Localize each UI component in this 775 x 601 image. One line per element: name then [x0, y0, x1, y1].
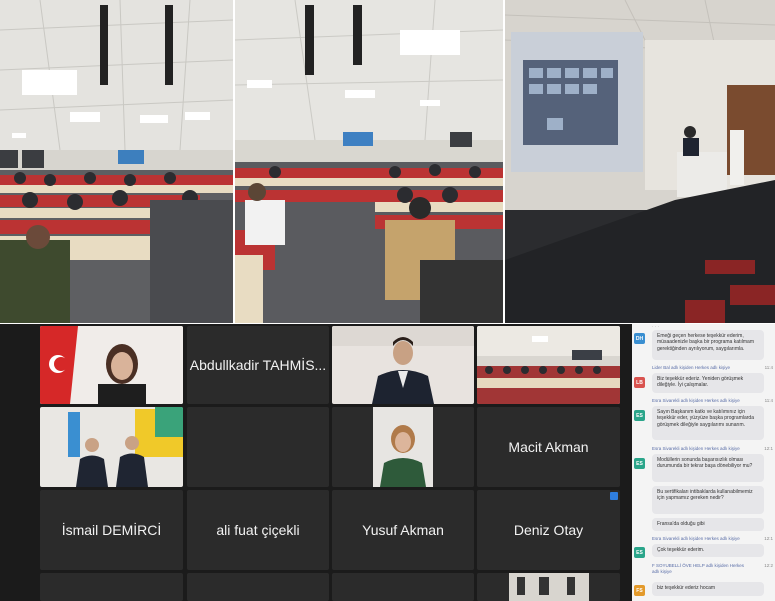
participant-tile-woman[interactable]: [332, 407, 474, 487]
chat-message-text: Çok teşekkür ederim.: [652, 544, 764, 557]
participant-tile[interactable]: [332, 573, 474, 601]
participant-tile[interactable]: Macit Akman: [477, 407, 620, 487]
chat-timestamp: 12:1: [764, 536, 773, 541]
participant-tile[interactable]: [187, 407, 329, 487]
chat-panel: · · · DH Emeği geçen herkese teşekkür ed…: [632, 324, 775, 601]
chat-avatar: ES: [634, 547, 645, 558]
participant-tile[interactable]: İsmail DEMİRCİ: [40, 490, 183, 570]
participant-tile-classroom[interactable]: [477, 326, 620, 404]
lecture-hall-photo-center: [235, 0, 503, 323]
chat-timestamp: 12:2: [764, 563, 773, 568]
participant-tile-woman-with-flag[interactable]: [40, 326, 183, 404]
chat-sender: Esra Sivarekli adlı kişiden Herkes adlı …: [652, 536, 740, 541]
participant-name: Macit Akman: [508, 439, 589, 455]
video-meeting-grid: Abdullkadir TAHMİS... Macit Akman İsmail…: [0, 324, 632, 601]
presenter-projector-photo: [505, 0, 775, 323]
participant-tile[interactable]: [187, 573, 329, 601]
participant-tile-room[interactable]: [477, 573, 620, 601]
chat-message-text: Bu sertifikaları intibaklarda kullanabil…: [652, 486, 764, 514]
participant-name: Abdullkadir TAHMİS...: [189, 357, 327, 373]
participant-tile-man-in-suit[interactable]: [332, 326, 474, 404]
chat-avatar: LB: [634, 377, 645, 388]
chat-timestamp: 11:4: [764, 365, 773, 370]
chat-message-text: Emeği geçen herkese teşekkür ederim, müs…: [652, 330, 764, 360]
raise-hand-icon[interactable]: [610, 492, 618, 500]
chat-avatar: DH: [634, 333, 645, 344]
chat-message-text: Modüllerin sonunda başarısızlık olması d…: [652, 454, 764, 482]
chat-message-text: Sayın Başkanım katkı ve katılımınız için…: [652, 406, 764, 440]
participant-tile[interactable]: Yusuf Akman: [332, 490, 474, 570]
participant-tile[interactable]: Deniz Otay: [477, 490, 620, 570]
chat-sender: Lider Bal adlı kişiden Herkes adlı kişiy…: [652, 365, 731, 370]
chat-avatar: ES: [634, 410, 645, 421]
participant-tile[interactable]: ali fuat çiçekli: [187, 490, 329, 570]
chat-message-text: biz teşekkür ederiz hocam: [652, 582, 764, 596]
chat-message-text: Biz teşekkür ederiz. Yeniden görüşmek di…: [652, 373, 764, 393]
participant-tile[interactable]: Abdullkadir TAHMİS...: [187, 326, 329, 404]
chat-timestamp: 12:1: [764, 446, 773, 451]
participant-tile[interactable]: [40, 573, 183, 601]
chat-avatar: ES: [634, 458, 645, 469]
participant-name: İsmail DEMİRCİ: [61, 522, 162, 538]
chat-sender: F SOYUBELLİ ÖVE HELP adlı kişiden Herkes…: [652, 563, 744, 574]
chat-scroll-hint: · · ·: [652, 324, 659, 329]
chat-message-text: Fransa'da olduğu gibi: [652, 518, 764, 531]
participant-name: Deniz Otay: [513, 522, 584, 538]
participant-name: ali fuat çiçekli: [216, 522, 300, 538]
participant-tile-two-men[interactable]: [40, 407, 183, 487]
chat-sender: Esra Sivarekli adlı kişiden Herkes adlı …: [652, 446, 740, 451]
lecture-hall-photo-left: [0, 0, 233, 323]
chat-sender: Esra Sivarekli adlı kişiden Herkes adlı …: [652, 398, 740, 403]
participant-name: Yusuf Akman: [362, 522, 444, 538]
chat-avatar: FS: [634, 585, 645, 596]
chat-timestamp: 11:4: [764, 398, 773, 403]
